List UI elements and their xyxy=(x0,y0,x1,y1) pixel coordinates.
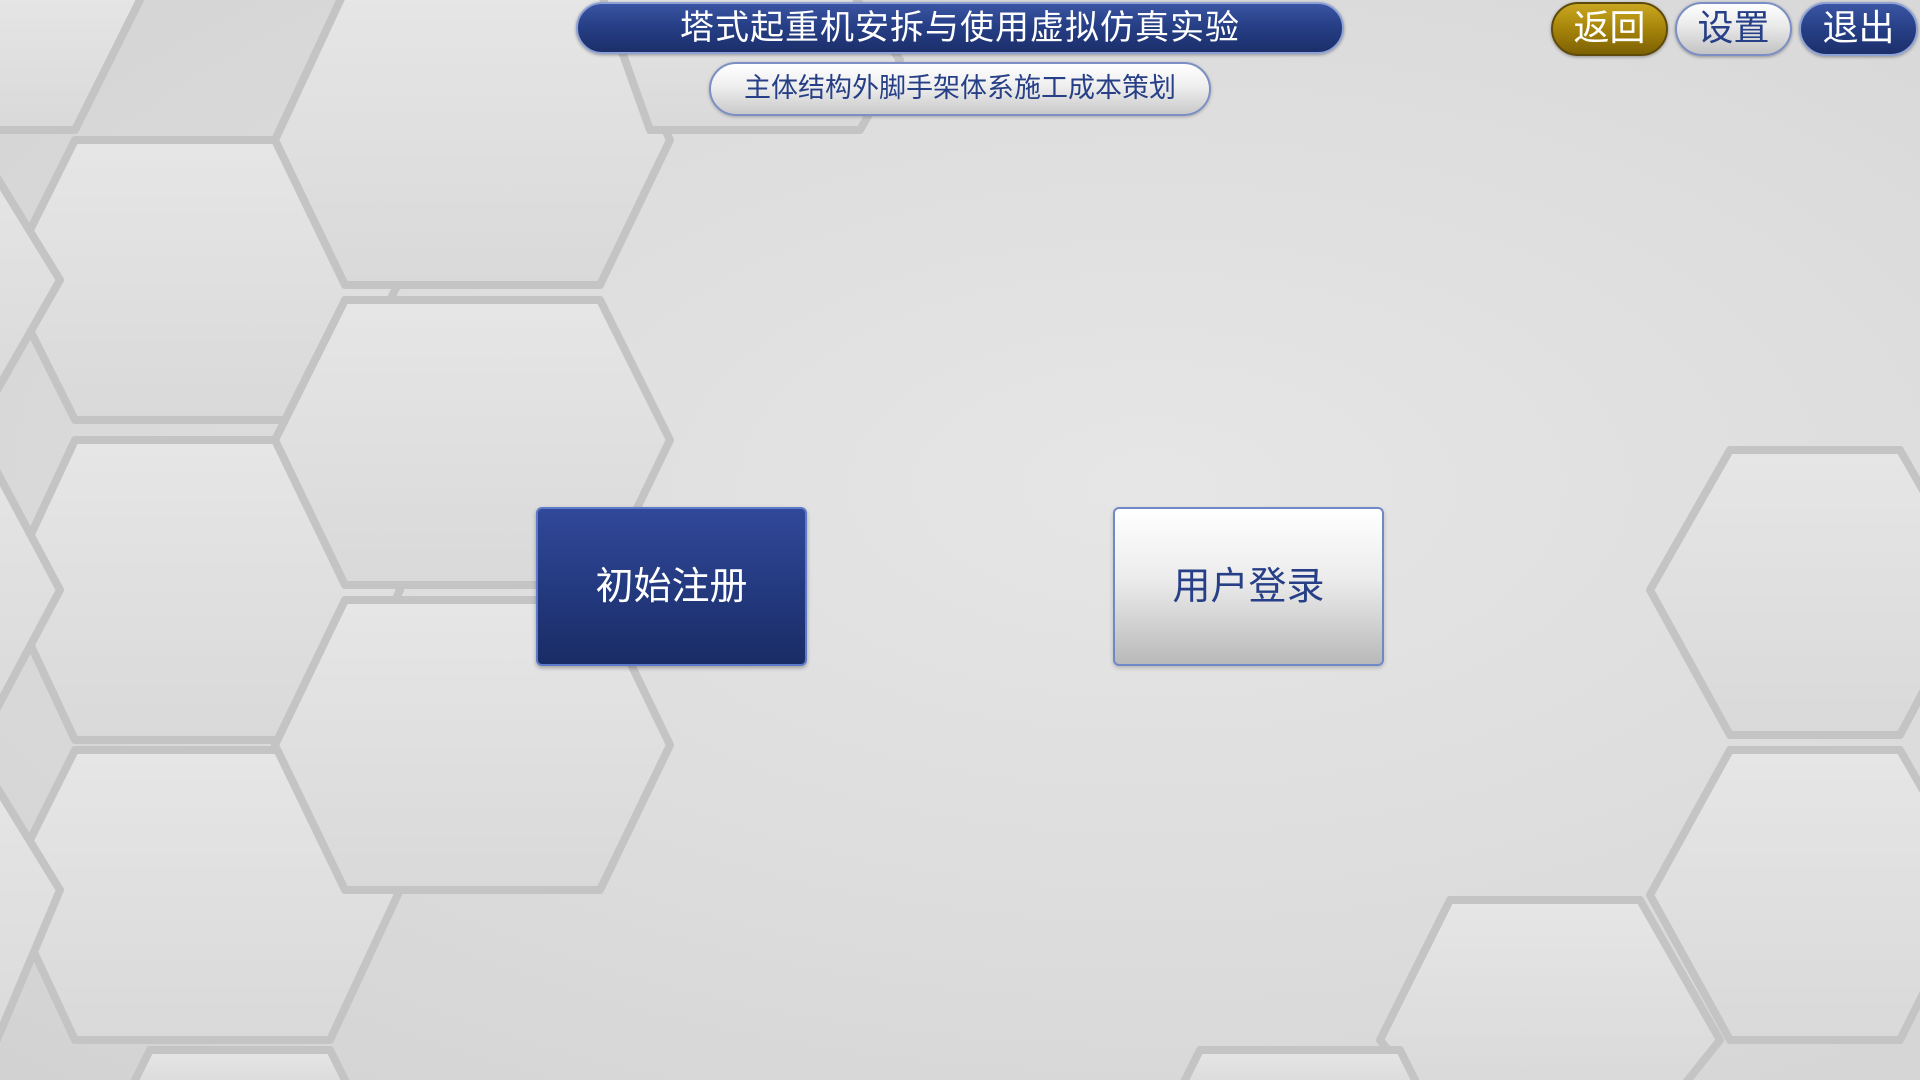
exit-button[interactable]: 退出 xyxy=(1799,2,1918,56)
settings-button[interactable]: 设置 xyxy=(1675,2,1792,56)
user-login-button[interactable]: 用户登录 xyxy=(1113,507,1384,666)
module-subtitle: 主体结构外脚手架体系施工成本策划 xyxy=(709,62,1211,116)
back-button[interactable]: 返回 xyxy=(1551,2,1668,56)
hexagon-background xyxy=(0,0,1920,1080)
initial-register-button[interactable]: 初始注册 xyxy=(536,507,807,666)
app-title: 塔式起重机安拆与使用虚拟仿真实验 xyxy=(576,2,1344,54)
app-window: 塔式起重机安拆与使用虚拟仿真实验 主体结构外脚手架体系施工成本策划 返回 设置 … xyxy=(0,0,1920,1080)
